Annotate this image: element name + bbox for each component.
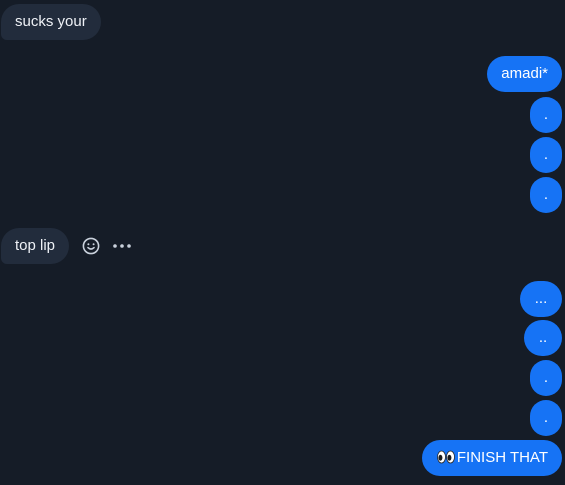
message-thread: sucks your amadi* . . . top lip ... .. .… bbox=[0, 0, 565, 485]
more-horizontal-icon bbox=[113, 244, 131, 248]
message-text: FINISH THAT bbox=[456, 449, 548, 466]
message-text: top lip bbox=[15, 237, 56, 254]
react-button[interactable] bbox=[80, 235, 102, 257]
message-text: sucks your bbox=[15, 13, 87, 30]
message-bubble-outgoing[interactable]: FINISH THAT bbox=[421, 440, 562, 476]
message-bubble-outgoing[interactable]: . bbox=[530, 97, 562, 133]
message-bubble-outgoing[interactable]: . bbox=[530, 177, 562, 213]
message-text: .. bbox=[538, 329, 548, 346]
message-text: . bbox=[543, 369, 549, 386]
message-bubble-outgoing[interactable]: . bbox=[530, 360, 562, 396]
message-bubble-incoming[interactable]: sucks your bbox=[1, 4, 101, 40]
more-options-button[interactable] bbox=[111, 235, 133, 257]
message-bubble-outgoing[interactable]: . bbox=[530, 400, 562, 436]
message-text: . bbox=[543, 146, 549, 163]
message-bubble-outgoing[interactable]: ... bbox=[520, 281, 562, 317]
smiley-icon bbox=[82, 237, 100, 255]
message-text: . bbox=[543, 409, 549, 426]
message-actions bbox=[80, 235, 133, 257]
message-text: amadi* bbox=[501, 65, 548, 82]
message-text: . bbox=[543, 186, 549, 203]
eyes-emoji bbox=[436, 450, 455, 464]
message-bubble-outgoing[interactable]: . bbox=[530, 137, 562, 173]
message-text: . bbox=[543, 106, 549, 123]
message-bubble-outgoing[interactable]: amadi* bbox=[487, 56, 562, 92]
message-bubble-outgoing[interactable]: .. bbox=[524, 320, 562, 356]
message-text: ... bbox=[534, 290, 548, 307]
message-bubble-incoming[interactable]: top lip bbox=[1, 228, 70, 264]
